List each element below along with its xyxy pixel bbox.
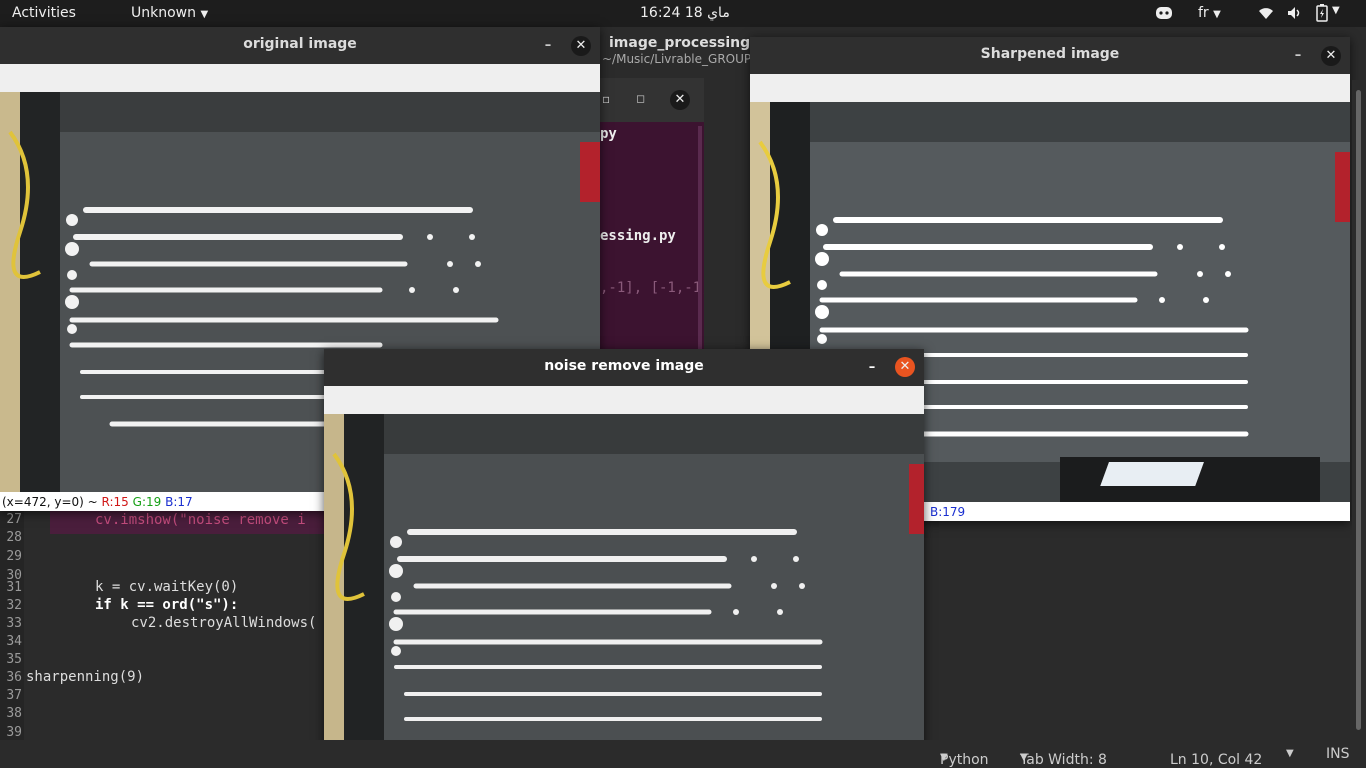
scrollbar-thumb[interactable] xyxy=(1356,90,1361,730)
app-menu[interactable]: Unknown ▼ xyxy=(131,5,208,21)
circuit-board-image xyxy=(324,414,924,768)
code-line: if k == ord("s"): xyxy=(95,597,239,613)
chevron-down-icon: ▼ xyxy=(940,752,948,763)
chevron-down-icon: ▼ xyxy=(1213,9,1221,20)
chevron-down-icon: ▼ xyxy=(200,9,209,20)
battery-icon[interactable] xyxy=(1316,4,1328,22)
line-number: 38 xyxy=(6,706,22,721)
line-number: 36 xyxy=(6,670,22,685)
terminal-window[interactable]: ▫ ◻ ✕ py essing.py ,-1], [-1,-1,-1]] xyxy=(600,78,704,358)
terminal-text: essing.py xyxy=(600,228,676,244)
app-menu-label: Unknown xyxy=(131,5,196,21)
cursor-position-label: Ln 10, Col 42 xyxy=(1170,752,1263,768)
code-line: k = cv.waitKey(0) xyxy=(95,579,239,595)
coords-text: (x=472, y=0) ~ xyxy=(2,495,102,509)
close-icon[interactable]: ✕ xyxy=(895,357,915,377)
terminal-text: py xyxy=(600,126,617,142)
toolbar xyxy=(750,74,1350,102)
noise-remove-image-window[interactable]: noise remove image – ✕ xyxy=(324,349,924,768)
line-number: 33 xyxy=(6,616,22,631)
line-number: 31 xyxy=(6,580,22,595)
code-line: cv2.destroyAllWindows( xyxy=(131,615,317,631)
tab-width-label: Tab Width: 8 xyxy=(1020,752,1107,768)
close-icon[interactable]: ✕ xyxy=(1321,46,1341,66)
keyboard-layout-label: fr xyxy=(1198,5,1209,21)
green-value: G:19 xyxy=(132,495,162,509)
image-canvas[interactable] xyxy=(324,414,924,768)
chevron-down-icon: ▼ xyxy=(1020,752,1028,763)
close-icon[interactable]: ✕ xyxy=(571,36,591,56)
chevron-down-icon[interactable]: ▼ xyxy=(1286,748,1294,759)
discord-icon[interactable] xyxy=(1155,6,1173,20)
minimize-icon[interactable]: – xyxy=(862,358,882,378)
line-number: 27 xyxy=(6,512,22,527)
window-title: noise remove image xyxy=(544,358,704,374)
clock[interactable]: ماي 18 16:24 xyxy=(640,5,730,21)
terminal-text: ,-1], [-1,-1,-1]] xyxy=(600,280,704,296)
line-number: 32 xyxy=(6,598,22,613)
editor-scrollbar[interactable] xyxy=(1352,80,1366,740)
minimize-icon[interactable]: – xyxy=(538,36,558,56)
terminal-titlebar: ▫ ◻ ✕ xyxy=(600,78,704,122)
activities-button[interactable]: Activities xyxy=(12,5,76,21)
window-title: original image xyxy=(243,36,357,52)
wifi-icon[interactable] xyxy=(1258,6,1274,20)
window-title: Sharpened image xyxy=(980,46,1120,62)
line-number: 37 xyxy=(6,688,22,703)
blue-value: B:179 xyxy=(930,505,966,519)
red-value: R:15 xyxy=(101,495,129,509)
volume-icon[interactable] xyxy=(1287,6,1303,20)
line-number: 29 xyxy=(6,549,22,564)
titlebar: noise remove image – ✕ xyxy=(324,349,924,386)
line-number: 39 xyxy=(6,725,22,740)
close-icon[interactable]: ✕ xyxy=(670,90,690,110)
insert-mode[interactable]: INS xyxy=(1326,746,1350,762)
top-bar: Activities Unknown ▼ ماي 18 16:24 fr ▼ ▼ xyxy=(0,0,1366,27)
maximize-icon[interactable]: ▫ xyxy=(602,92,610,106)
titlebar: original image – ✕ xyxy=(0,27,600,64)
keyboard-layout[interactable]: fr ▼ xyxy=(1198,5,1221,21)
editor-tab-path: ~/Music/Livrable_GROUPE xyxy=(602,52,759,66)
line-number: 34 xyxy=(6,634,22,649)
blue-value: B:17 xyxy=(165,495,193,509)
line-number: 35 xyxy=(6,652,22,667)
editor-header: image_processing.py ~/Music/Livrable_GRO… xyxy=(600,27,775,77)
toolbar xyxy=(0,64,600,92)
code-line: cv.imshow("noise remove i xyxy=(95,512,306,528)
editor-status-bar: Python ▼ Tab Width: 8 ▼ Ln 10, Col 42 ▼ … xyxy=(0,740,1366,768)
toolbar xyxy=(324,386,924,414)
code-line: sharpenning(9) xyxy=(26,669,145,685)
maximize-icon[interactable]: ◻ xyxy=(636,92,645,105)
line-number: 28 xyxy=(6,530,22,545)
chevron-down-icon[interactable]: ▼ xyxy=(1332,5,1340,16)
titlebar: Sharpened image – ✕ xyxy=(750,37,1350,74)
terminal-scrollbar[interactable] xyxy=(698,126,702,356)
minimize-icon[interactable]: – xyxy=(1288,46,1308,66)
